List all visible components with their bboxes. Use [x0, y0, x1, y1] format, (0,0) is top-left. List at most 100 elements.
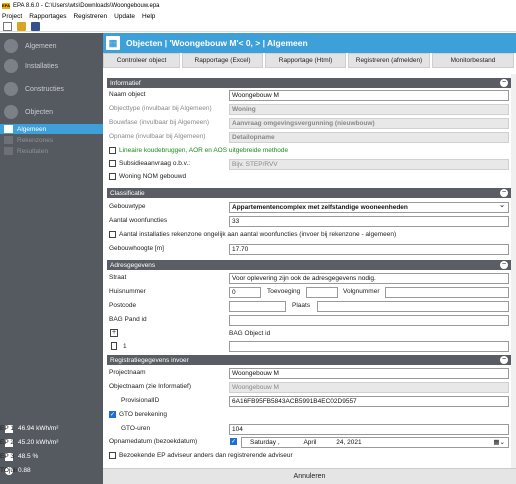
- result-ep3: EP 3 48.5 %: [0, 450, 103, 463]
- sidebar-subitem-rekenzones[interactable]: Rekenzones: [0, 135, 103, 145]
- thermometer-icon: [4, 59, 18, 73]
- opnamedatum-checkbox[interactable]: [230, 438, 237, 445]
- result-ep2: EP 2 45.20 kWh/m²: [0, 436, 103, 449]
- gto-label: GTO berekening: [119, 411, 167, 418]
- huisnummer-input[interactable]: 0: [229, 287, 261, 298]
- section-informatief[interactable]: Informatief −: [107, 78, 511, 88]
- lineaire-checkbox[interactable]: [109, 147, 116, 154]
- add-row-icon[interactable]: +: [110, 329, 118, 337]
- objectnaam-label: Objectnaam (zie Informatief): [109, 383, 192, 390]
- plaats-label: Plaats: [292, 302, 311, 309]
- open-folder-icon[interactable]: [17, 21, 26, 31]
- aantal-input[interactable]: 33: [229, 216, 509, 227]
- tab-controleer-object[interactable]: Controleer object: [103, 53, 180, 68]
- section-adresgegevens[interactable]: Adresgegevens −: [107, 260, 511, 270]
- menu-bar: Project Rapportages Registreren Update H…: [0, 11, 516, 21]
- collapse-icon[interactable]: −: [500, 261, 508, 269]
- menu-help[interactable]: Help: [142, 13, 155, 20]
- sidebar: Algemeen Installaties Constructies Objec…: [0, 33, 103, 484]
- toevoeging-input[interactable]: [306, 287, 338, 298]
- gtouren-input[interactable]: 104: [229, 424, 509, 435]
- huisnummer-label: Huisnummer: [109, 288, 146, 295]
- result-label: TOjuli: [0, 467, 17, 474]
- trash-icon[interactable]: [111, 342, 117, 350]
- building-icon: [4, 82, 18, 96]
- sidebar-item-objecten[interactable]: Objecten: [0, 105, 103, 119]
- subsidie-checkbox[interactable]: [109, 160, 116, 167]
- aantal-label: Aantal woonfuncties: [109, 217, 168, 224]
- sidebar-item-label: Constructies: [25, 85, 64, 93]
- section-registratie[interactable]: Registratiegegevens invoer −: [107, 355, 511, 365]
- volgnummer-input[interactable]: [385, 287, 509, 298]
- calendar-icon[interactable]: ▦⌄: [493, 438, 505, 447]
- bagpand-label: BAG Pand id: [109, 316, 147, 323]
- result-value: 46.94 kWh/m²: [18, 425, 59, 432]
- bezoekende-checkbox[interactable]: [109, 452, 116, 459]
- tab-rapportage-excel[interactable]: Rapportage (Excel): [182, 53, 263, 68]
- section-title: Classificatie: [110, 189, 145, 197]
- page-title: Objecten | 'Woongebouw M'< 0, > | Algeme…: [126, 38, 308, 48]
- section-classificatie[interactable]: Classificatie −: [107, 188, 511, 198]
- result-value: 48.5 %: [18, 453, 39, 460]
- opnamedatum-picker[interactable]: Saturday , April 24, 2021 ▦⌄: [241, 437, 509, 448]
- gebouwtype-select[interactable]: Appartementencomplex met zelfstandige wo…: [229, 202, 509, 213]
- hoogte-label: Gebouwhoogte [m]: [109, 245, 164, 252]
- opnamedatum-label: Opnamedatum (bezoekdatum): [109, 438, 198, 445]
- date-num[interactable]: 24: [336, 439, 343, 446]
- postcode-input[interactable]: [229, 301, 286, 312]
- projectnaam-input[interactable]: Woongebouw M: [229, 368, 509, 379]
- opname-field: Detailopname: [229, 132, 509, 143]
- date-year[interactable]: 2021: [347, 439, 361, 446]
- cancel-button[interactable]: Annuleren: [294, 473, 326, 480]
- hoogte-input[interactable]: 17.70: [229, 244, 509, 255]
- new-file-icon[interactable]: [3, 21, 12, 31]
- footer-bar: Annuleren: [103, 468, 516, 484]
- sidebar-subitem-resultaten[interactable]: Resultaten: [0, 146, 103, 156]
- date-month[interactable]: April: [303, 439, 316, 446]
- provisional-input[interactable]: 6A16FB95FB5843ACB5991B4EC02D9557: [229, 396, 509, 407]
- sidebar-subitem-label: Rekenzones: [17, 136, 54, 144]
- zones-icon: [4, 136, 13, 144]
- bouwfase-label: Bouwfase (invulbaar bij Algemeen): [109, 119, 210, 126]
- menu-update[interactable]: Update: [114, 13, 135, 20]
- row-number: 1: [123, 343, 127, 350]
- subsidie-input[interactable]: Bijv. STEP/RVV: [229, 159, 509, 170]
- sidebar-subitem-algemeen[interactable]: Algemeen: [0, 124, 103, 134]
- lineaire-label: Lineaire koudebruggen, AOR en AOS uitgeb…: [119, 147, 289, 154]
- plaats-input[interactable]: [317, 301, 509, 312]
- installaties-checkbox[interactable]: [109, 231, 116, 238]
- menu-rapportages[interactable]: Rapportages: [29, 13, 66, 20]
- action-tabs: Controleer object Rapportage (Excel) Rap…: [103, 53, 516, 68]
- bagobject-input[interactable]: [229, 341, 509, 352]
- naam-input[interactable]: Woongebouw M: [229, 90, 509, 101]
- save-icon[interactable]: [31, 21, 40, 31]
- sidebar-item-algemeen[interactable]: Algemeen: [0, 39, 103, 53]
- gto-checkbox[interactable]: [109, 411, 116, 418]
- tab-registreren[interactable]: Registreren (afmelden): [348, 53, 430, 68]
- nom-label: Woning NOM gebouwd: [119, 173, 187, 180]
- scrollbar[interactable]: [511, 74, 516, 468]
- sidebar-item-installaties[interactable]: Installaties: [0, 59, 103, 73]
- installaties-label: Aantal installaties rekenzone ongelijk a…: [119, 231, 397, 238]
- tab-rapportage-html[interactable]: Rapportage (Html): [265, 53, 346, 68]
- date-day[interactable]: Saturday: [250, 439, 276, 446]
- tab-monitorbestand[interactable]: Monitorbestand: [432, 53, 514, 68]
- results-icon: [4, 147, 13, 155]
- menu-registreren[interactable]: Registreren: [73, 13, 107, 20]
- bezoekende-label: Bezoekende EP adviseur anders dan regist…: [119, 452, 293, 459]
- straat-input[interactable]: Voor oplevering zijn ook de adresgegeven…: [229, 273, 509, 284]
- bagobject-label: BAG Object id: [229, 330, 271, 337]
- collapse-icon[interactable]: −: [500, 79, 508, 87]
- collapse-icon[interactable]: −: [500, 189, 508, 197]
- nom-checkbox[interactable]: [109, 173, 116, 180]
- bagpand-input[interactable]: [229, 315, 509, 326]
- opname-label: Opname (invulbaar bij Algemeen): [109, 133, 206, 140]
- menu-project[interactable]: Project: [2, 13, 22, 20]
- gebouwtype-label: Gebouwtype: [109, 203, 146, 210]
- sidebar-item-constructies[interactable]: Constructies: [0, 82, 103, 96]
- result-value: 45.20 kWh/m²: [18, 439, 59, 446]
- form-content: Informatief − Naam object Woongebouw M O…: [107, 74, 511, 464]
- collapse-icon[interactable]: −: [500, 356, 508, 364]
- results-panel: EP 1 46.94 kWh/m² EP 2 45.20 kWh/m² EP 3…: [0, 418, 103, 484]
- result-label: EP 1: [0, 425, 14, 432]
